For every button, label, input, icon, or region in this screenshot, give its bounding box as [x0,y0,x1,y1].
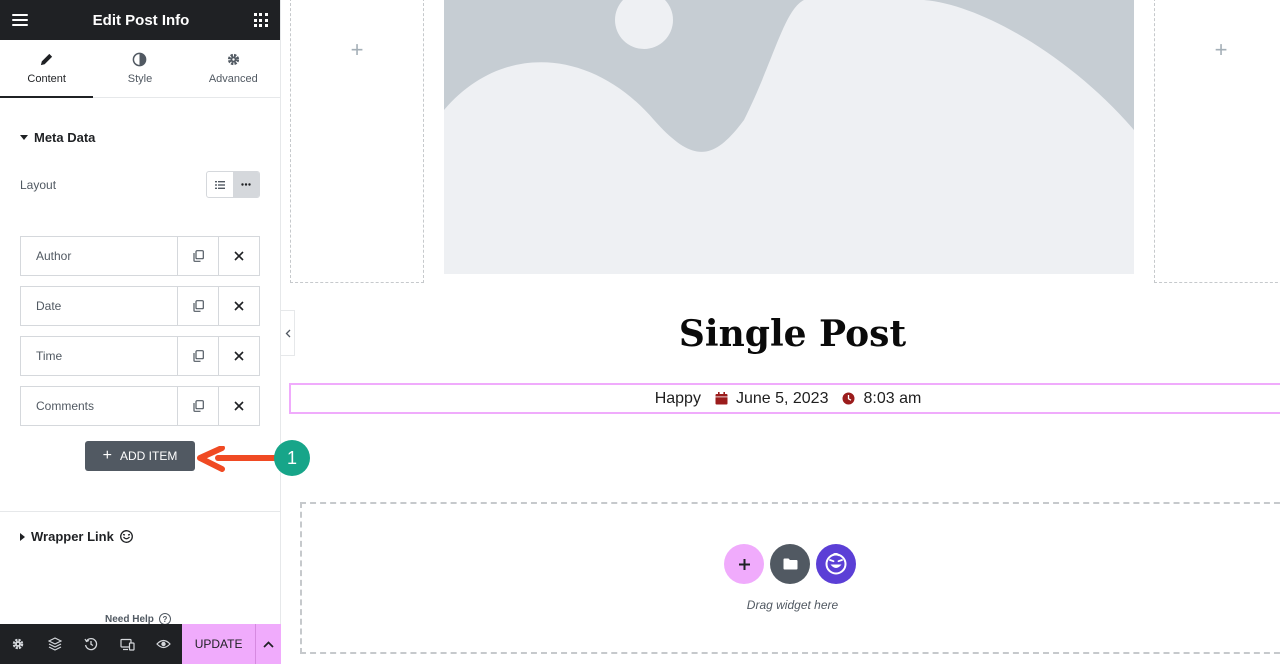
tab-content[interactable]: Content [0,40,94,98]
repeater-item-title[interactable]: Comments [21,387,177,425]
drop-zone-hint: Drag widget here [746,598,839,612]
featured-image-placeholder[interactable] [444,0,1134,274]
navigator-button[interactable] [36,624,72,664]
panel-tabs: Content Style Advanced [0,40,280,98]
close-icon [234,301,244,311]
meta-time: 8:03 am [842,390,921,408]
tab-style-label: Style [127,73,153,85]
elementor-editor: Edit Post Info Content Style Advanced Me… [0,0,1280,664]
preview-button[interactable] [146,624,182,664]
tab-content-label: Content [27,73,66,85]
gear-icon [12,638,24,650]
devices-icon [120,638,135,651]
empty-column-left[interactable]: + [290,0,424,283]
add-template-button[interactable] [770,544,810,584]
repeater-item: Author [20,236,260,276]
repeater-item: Date [20,286,260,326]
duplicate-button[interactable] [177,337,218,375]
panel-footer: UPDATE [0,624,282,664]
contrast-icon [133,52,147,67]
close-icon [234,351,244,361]
layout-choice [206,171,260,198]
tab-style[interactable]: Style [93,40,186,97]
gear-icon [227,53,239,66]
add-new-section-button[interactable] [724,544,764,584]
pencil-icon [41,53,53,66]
eye-icon [156,639,172,649]
duplicate-button[interactable] [177,237,218,275]
folder-icon [783,558,797,570]
clock-icon [842,392,855,405]
image-placeholder-icon [444,0,1134,274]
history-icon [84,637,98,651]
caret-down-icon [20,135,28,140]
close-icon [234,401,244,411]
layers-icon [47,637,62,651]
repeater-item: Comments [20,386,260,426]
annotation-arrow [197,446,278,472]
happy-templates-button[interactable] [816,544,856,584]
caret-right-icon [20,532,25,541]
meta-data-section-title: Meta Data [34,130,96,145]
post-info-widget[interactable]: Happy June 5, 2023 8:03 am [289,383,1280,414]
meta-date-text: June 5, 2023 [735,389,829,407]
add-widget-plus-icon[interactable]: + [351,37,364,63]
repeater-item-title[interactable]: Date [21,287,177,325]
happy-addons-icon [119,530,133,543]
meta-data-section-toggle[interactable]: Meta Data [20,130,95,145]
post-title-heading[interactable]: Single Post [290,313,1280,355]
meta-time-text: 8:03 am [863,389,922,407]
meta-date: June 5, 2023 [715,389,829,408]
tab-advanced-label: Advanced [208,73,258,85]
add-widget-plus-icon[interactable]: + [1215,37,1228,63]
list-icon [214,180,225,189]
panel-title: Edit Post Info [92,11,190,29]
calendar-icon [715,392,728,405]
sidebar-header: Edit Post Info [0,0,280,40]
add-item-button[interactable]: + ADD ITEM [85,441,195,471]
empty-column-right[interactable]: + [1154,0,1280,283]
copy-icon [192,300,204,312]
inline-icon [241,183,251,186]
need-help-label: Need Help [105,613,154,625]
remove-button[interactable] [218,387,259,425]
widgets-grid-icon[interactable] [253,13,268,27]
repeater-item-title[interactable]: Author [21,237,177,275]
editor-sidebar: Edit Post Info Content Style Advanced Me… [0,0,282,664]
meta-items-repeater: Author Date Time Comments [20,236,260,436]
step-number-badge: 1 [274,440,310,476]
layout-label: Layout [20,178,57,192]
settings-button[interactable] [0,624,36,664]
wrapper-link-section-title: Wrapper Link [31,529,114,544]
happy-addons-icon [825,553,847,575]
repeater-item-title[interactable]: Time [21,337,177,375]
responsive-mode-button[interactable] [109,624,145,664]
section-divider [0,511,280,512]
update-button[interactable]: UPDATE [182,624,256,664]
remove-button[interactable] [218,287,259,325]
hamburger-menu-icon[interactable] [12,14,28,26]
remove-button[interactable] [218,337,259,375]
repeater-item: Time [20,336,260,376]
meta-author-text: Happy [654,389,701,407]
duplicate-button[interactable] [177,287,218,325]
plus-icon [738,558,750,570]
history-button[interactable] [73,624,109,664]
close-icon [234,251,244,261]
copy-icon [192,400,204,412]
copy-icon [192,250,204,262]
chevron-up-icon [263,640,274,648]
tab-advanced[interactable]: Advanced [187,40,280,97]
layout-list-option[interactable] [207,172,233,197]
add-item-label: ADD ITEM [120,449,178,463]
meta-author: Happy [655,390,701,408]
wrapper-link-section-toggle[interactable]: Wrapper Link [20,529,133,544]
publish-options-button[interactable] [255,624,282,664]
remove-button[interactable] [218,237,259,275]
duplicate-button[interactable] [177,387,218,425]
copy-icon [192,350,204,362]
drop-zone-actions [724,544,856,584]
layout-inline-option[interactable] [232,172,259,197]
plus-icon: + [102,447,112,464]
